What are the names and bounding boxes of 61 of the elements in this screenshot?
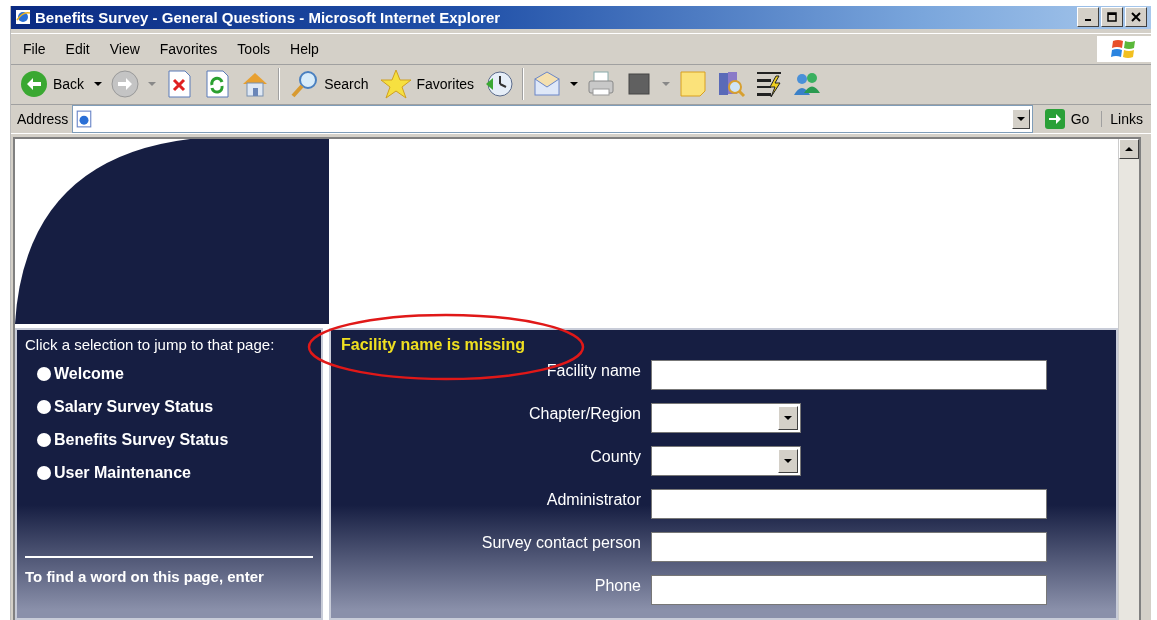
help-text: To find a word on this page, enter: [25, 556, 313, 585]
minimize-icon: [1085, 19, 1091, 22]
window-title: Benefits Survey - General Questions - Microsoft Internet Explorer: [35, 8, 502, 26]
menu-item[interactable]: File: [23, 40, 46, 57]
close-icon: [1131, 12, 1141, 23]
bullet-icon: [37, 433, 51, 447]
caret-icon: [784, 416, 792, 420]
caret-icon: [1016, 116, 1025, 121]
field-label: Survey contact person: [480, 533, 641, 552]
text-field[interactable]: [651, 575, 1047, 605]
address-label: Address: [17, 110, 69, 127]
favorites-button[interactable]: Favorites: [378, 67, 477, 102]
back-button[interactable]: Back: [17, 67, 87, 102]
browser-icon: [15, 9, 31, 26]
bullet-icon: [37, 400, 51, 414]
nav-link[interactable]: Welcome: [54, 365, 124, 383]
nav-link[interactable]: User Maintenance: [54, 464, 191, 482]
menu-item[interactable]: Edit: [65, 40, 90, 57]
field-label: Administrator: [545, 490, 641, 509]
caret-icon: [1125, 147, 1133, 151]
field-label: County: [589, 447, 641, 466]
field-label: Chapter/Region: [527, 404, 641, 423]
back-icon: [19, 69, 49, 100]
scroll-up-button[interactable]: [1119, 139, 1139, 159]
history-icon[interactable]: [484, 69, 515, 100]
close-button[interactable]: [1125, 7, 1147, 28]
minimize-button[interactable]: [1077, 7, 1099, 28]
menu-item[interactable]: Help: [290, 40, 319, 57]
scrollbar[interactable]: [1118, 139, 1139, 620]
select-field[interactable]: [651, 446, 801, 476]
book-search-icon[interactable]: [716, 69, 747, 100]
menu-item[interactable]: Favorites: [159, 40, 218, 57]
forward-icon[interactable]: [110, 69, 141, 100]
search-button[interactable]: Search: [288, 67, 371, 102]
sidebar-heading: Click a selection to jump to that page:: [25, 336, 276, 353]
bullet-icon: [37, 466, 51, 480]
caret-icon[interactable]: [94, 82, 103, 87]
nav-link[interactable]: Salary Survey Status: [54, 398, 214, 416]
text-field[interactable]: [651, 489, 1047, 519]
address-field[interactable]: [72, 104, 1033, 133]
maximize-button[interactable]: [1101, 7, 1123, 28]
links-button[interactable]: Links: [1101, 110, 1151, 127]
dropdown-button[interactable]: [1011, 108, 1030, 129]
menu-item[interactable]: View: [109, 40, 140, 57]
caret-icon: [784, 459, 792, 463]
select-field[interactable]: [651, 403, 801, 433]
text-field[interactable]: [651, 532, 1047, 562]
field-label: Phone: [593, 576, 641, 595]
text-field[interactable]: [651, 360, 1047, 390]
star-icon: [380, 69, 413, 100]
caret-icon[interactable]: [570, 82, 579, 87]
dropdown-button[interactable]: [778, 449, 798, 473]
dropdown-button[interactable]: [778, 406, 798, 430]
field-label: Facility name: [545, 361, 641, 380]
page-icon: [75, 109, 94, 128]
menu-item[interactable]: Tools: [237, 40, 271, 57]
go-button[interactable]: Go: [1036, 108, 1098, 129]
bullet-icon: [37, 367, 51, 381]
nav-link[interactable]: Benefits Survey Status: [54, 431, 229, 449]
error-message: Facility name is missing: [341, 336, 527, 354]
maximize-icon: [1107, 12, 1117, 23]
